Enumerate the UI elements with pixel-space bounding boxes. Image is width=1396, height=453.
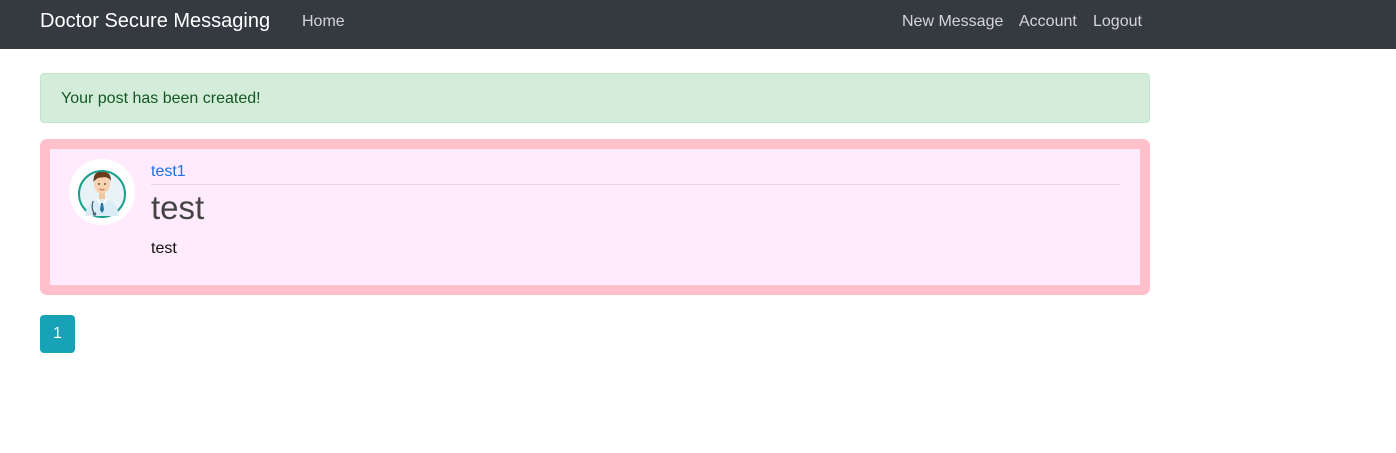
- post-author-link[interactable]: test1: [151, 163, 186, 181]
- top-navbar: Doctor Secure Messaging Home New Message…: [0, 0, 1396, 49]
- doctor-avatar-icon: [69, 159, 135, 225]
- post-content: test: [151, 240, 177, 257]
- nav-new-message-link[interactable]: New Message: [902, 13, 1003, 31]
- post-card: test1 test test: [40, 139, 1150, 295]
- success-alert: Your post has been created!: [40, 73, 1150, 123]
- pagination-page-button[interactable]: 1: [40, 315, 75, 353]
- post-title[interactable]: test: [151, 189, 204, 227]
- nav-logout-link[interactable]: Logout: [1093, 13, 1142, 31]
- alert-message: Your post has been created!: [61, 90, 261, 107]
- nav-home-link[interactable]: Home: [302, 13, 345, 31]
- post-meta-divider: [151, 184, 1120, 185]
- nav-account-link[interactable]: Account: [1019, 13, 1077, 31]
- brand-link[interactable]: Doctor Secure Messaging: [40, 10, 270, 32]
